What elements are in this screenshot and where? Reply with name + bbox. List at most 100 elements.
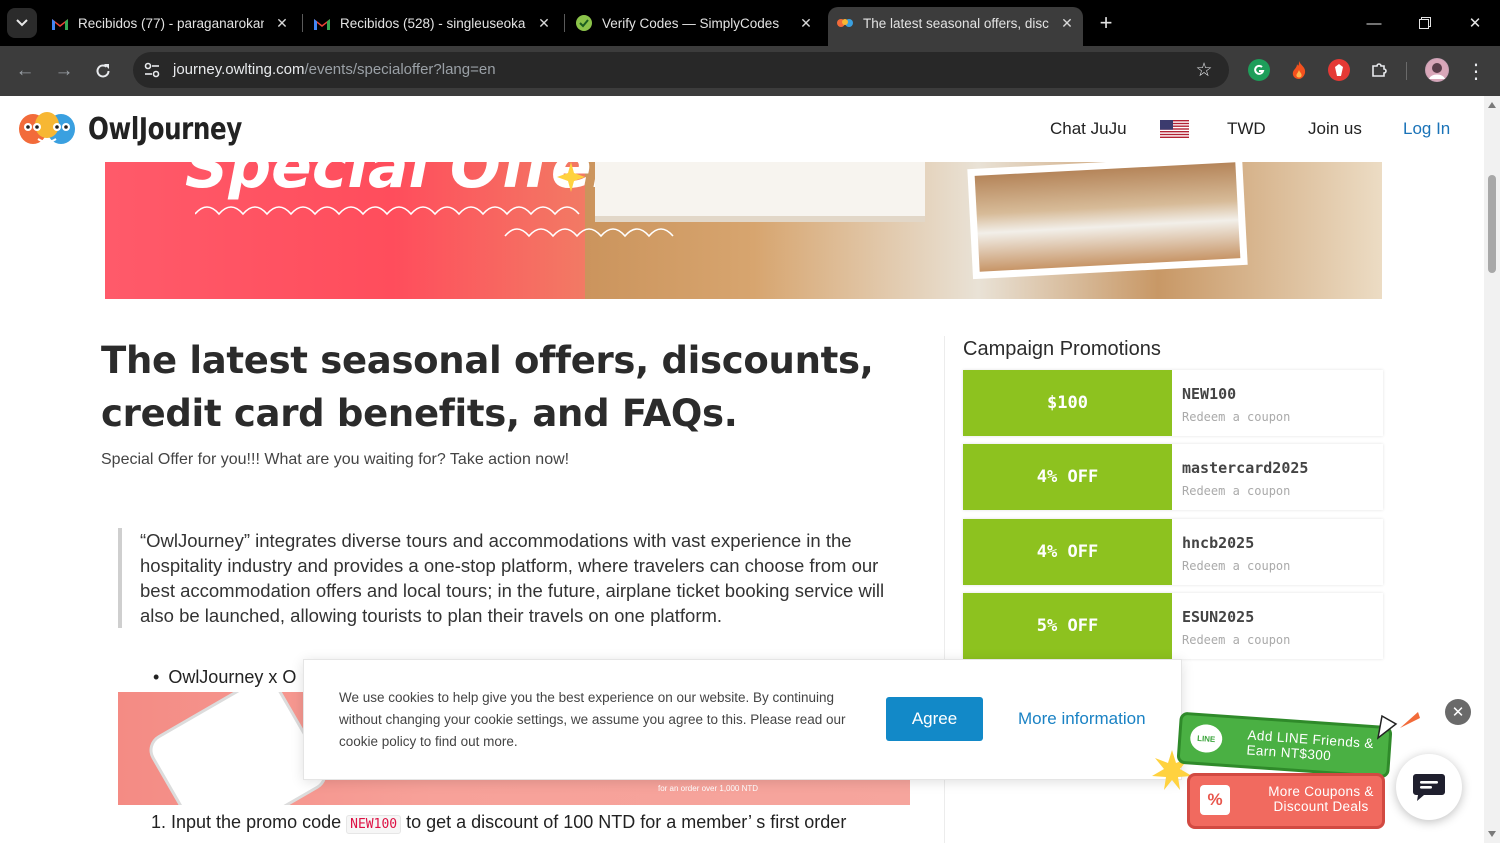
- browser-menu-icon[interactable]: ⋮: [1466, 57, 1486, 85]
- tab-separator: [302, 14, 303, 32]
- fire-extension-icon[interactable]: [1288, 59, 1310, 81]
- forward-arrow-icon[interactable]: →: [50, 57, 78, 85]
- extensions-puzzle-icon[interactable]: [1368, 59, 1390, 81]
- coupon-code: NEW100: [1182, 385, 1237, 403]
- line-promo-text: Add LINE Friends & Earn NT$300: [1246, 727, 1375, 764]
- site-settings-icon[interactable]: [143, 61, 161, 79]
- owljourney-logo-icon[interactable]: [18, 107, 76, 147]
- promo-step-1: 1. Input the promo code NEW100 to get a …: [151, 812, 847, 834]
- coupon-amount: 5% OFF: [963, 593, 1172, 659]
- toolbar-separator: [1406, 62, 1407, 80]
- more-coupons-promo[interactable]: % More Coupons & Discount Deals: [1187, 773, 1385, 829]
- hero-bed-decoration: [595, 162, 925, 222]
- tab-gmail-2[interactable]: Recibidos (528) - singleuseokan ✕: [314, 8, 554, 38]
- scrollbar-thumb[interactable]: [1488, 175, 1496, 273]
- url-host: journey.owlting.com: [173, 61, 305, 78]
- page-title: The latest seasonal offers, discounts, c…: [101, 339, 874, 435]
- minimize-icon[interactable]: —: [1354, 8, 1394, 38]
- chevron-down-icon: [16, 19, 28, 27]
- shield-extension-icon[interactable]: [1328, 59, 1350, 81]
- chat-bubble-button[interactable]: [1396, 754, 1462, 820]
- tab-simplycodes[interactable]: Verify Codes — SimplyCodes ✕: [576, 8, 816, 38]
- section-bullet: OwlJourney x O: [153, 667, 296, 688]
- simplycodes-icon: [576, 15, 592, 31]
- reload-icon[interactable]: [89, 57, 117, 85]
- redeem-coupon-link[interactable]: Redeem a coupon: [1182, 484, 1290, 498]
- cookie-more-information-link[interactable]: More information: [1018, 709, 1146, 729]
- tab-title: Recibidos (528) - singleuseokan: [340, 15, 526, 31]
- sparkle-icon: [557, 162, 585, 192]
- site-header: OwlJourney Chat JuJu TWD Join us Log In: [0, 96, 1484, 162]
- restore-window-icon[interactable]: [1405, 8, 1445, 38]
- url-path: /events/specialoffer?lang=en: [304, 61, 496, 78]
- cookie-agree-button[interactable]: Agree: [886, 697, 983, 741]
- tab-close-icon[interactable]: ✕: [796, 13, 816, 33]
- promo-step-1-prefix: 1. Input the promo code: [151, 812, 342, 832]
- promo-code-tag: NEW100: [346, 815, 402, 834]
- hero-photo-frame: [967, 162, 1248, 280]
- hero-banner: Special Offer: [105, 162, 1382, 299]
- line-friends-promo[interactable]: LINE Add LINE Friends & Earn NT$300: [1176, 711, 1393, 779]
- nav-log-in[interactable]: Log In: [1403, 119, 1450, 139]
- scroll-up-arrow-icon[interactable]: [1488, 102, 1496, 108]
- nav-join-us[interactable]: Join us: [1308, 119, 1362, 139]
- tab-title: Recibidos (77) - paraganarokan: [78, 15, 264, 31]
- back-arrow-icon[interactable]: ←: [11, 57, 39, 85]
- chat-icon: [1413, 774, 1445, 801]
- tab-close-icon[interactable]: ✕: [534, 13, 554, 33]
- promo-step-1-suffix: to get a discount of 100 NTD for a membe…: [406, 812, 847, 832]
- scroll-down-arrow-icon[interactable]: [1488, 831, 1496, 837]
- owljourney-icon: [837, 15, 853, 31]
- close-window-icon[interactable]: ✕: [1455, 8, 1495, 38]
- redeem-coupon-link[interactable]: Redeem a coupon: [1182, 633, 1290, 647]
- coupon-amount: 4% OFF: [963, 444, 1172, 510]
- intro-blockquote: “OwlJourney” integrates diverse tours an…: [118, 528, 908, 628]
- coupon-code: hncb2025: [1182, 534, 1255, 552]
- campaign-promotions-heading: Campaign Promotions: [963, 338, 1161, 360]
- coupon-amount: 4% OFF: [963, 519, 1172, 585]
- discount-coupon-icon: %: [1200, 785, 1230, 815]
- coupon-code: ESUN2025: [1182, 608, 1255, 626]
- cookie-consent-banner: We use cookies to help give you the best…: [303, 659, 1182, 780]
- page-viewport: OwlJourney Chat JuJu TWD Join us Log In …: [0, 96, 1484, 843]
- currency-selector[interactable]: TWD: [1227, 119, 1266, 139]
- us-flag-icon[interactable]: [1160, 120, 1189, 138]
- tab-separator: [564, 14, 565, 32]
- address-bar[interactable]: journey.owlting.com/events/specialoffer?…: [133, 52, 1229, 88]
- gmail-icon: [314, 15, 330, 31]
- redeem-coupon-link[interactable]: Redeem a coupon: [1182, 410, 1290, 424]
- coupon-card[interactable]: $100 NEW100 Redeem a coupon: [963, 370, 1383, 436]
- coupon-card[interactable]: 5% OFF ESUN2025 Redeem a coupon: [963, 593, 1383, 659]
- tab-search-menu-button[interactable]: [7, 8, 37, 38]
- gmail-icon: [52, 15, 68, 31]
- tab-gmail-1[interactable]: Recibidos (77) - paraganarokan ✕: [52, 8, 292, 38]
- new-tab-button[interactable]: +: [1093, 8, 1119, 38]
- tab-close-icon[interactable]: ✕: [272, 13, 292, 33]
- close-promo-widget-icon[interactable]: ✕: [1445, 699, 1471, 725]
- browser-toolbar: ← → journey.owlting.com/events/specialof…: [0, 46, 1500, 96]
- redeem-coupon-link[interactable]: Redeem a coupon: [1182, 559, 1290, 573]
- coupon-code: mastercard2025: [1182, 459, 1309, 477]
- promo-banner-note: for an order over 1,000 NTD: [658, 784, 759, 793]
- tab-close-icon[interactable]: ✕: [1057, 13, 1077, 33]
- tab-title: The latest seasonal offers, disco: [863, 15, 1049, 31]
- browser-tab-strip: Recibidos (77) - paraganarokan ✕ Recibid…: [0, 0, 1500, 46]
- coupon-card[interactable]: 4% OFF mastercard2025 Redeem a coupon: [963, 444, 1383, 510]
- url-text: journey.owlting.com/events/specialoffer?…: [173, 61, 496, 78]
- page-subtitle: Special Offer for you!!! What are you wa…: [101, 451, 570, 468]
- page-scrollbar[interactable]: [1484, 96, 1500, 843]
- logo-text[interactable]: OwlJourney: [88, 112, 242, 147]
- grammarly-extension-icon[interactable]: [1248, 59, 1270, 81]
- nav-chat-juju[interactable]: Chat JuJu: [1050, 119, 1127, 139]
- cursor-pointer-icon: [1376, 712, 1420, 740]
- coupon-card[interactable]: 4% OFF hncb2025 Redeem a coupon: [963, 519, 1383, 585]
- coupon-amount: $100: [963, 370, 1172, 436]
- bookmark-star-icon[interactable]: ☆: [1193, 59, 1215, 81]
- line-app-icon: LINE: [1189, 723, 1224, 754]
- tab-owljourney[interactable]: The latest seasonal offers, disco ✕: [837, 8, 1077, 38]
- cookie-message: We use cookies to help give you the best…: [339, 690, 846, 749]
- more-coupons-text: More Coupons & Discount Deals: [1268, 784, 1374, 814]
- profile-avatar[interactable]: [1425, 58, 1449, 82]
- tab-title: Verify Codes — SimplyCodes: [602, 15, 780, 31]
- phone-mockup: [147, 692, 329, 805]
